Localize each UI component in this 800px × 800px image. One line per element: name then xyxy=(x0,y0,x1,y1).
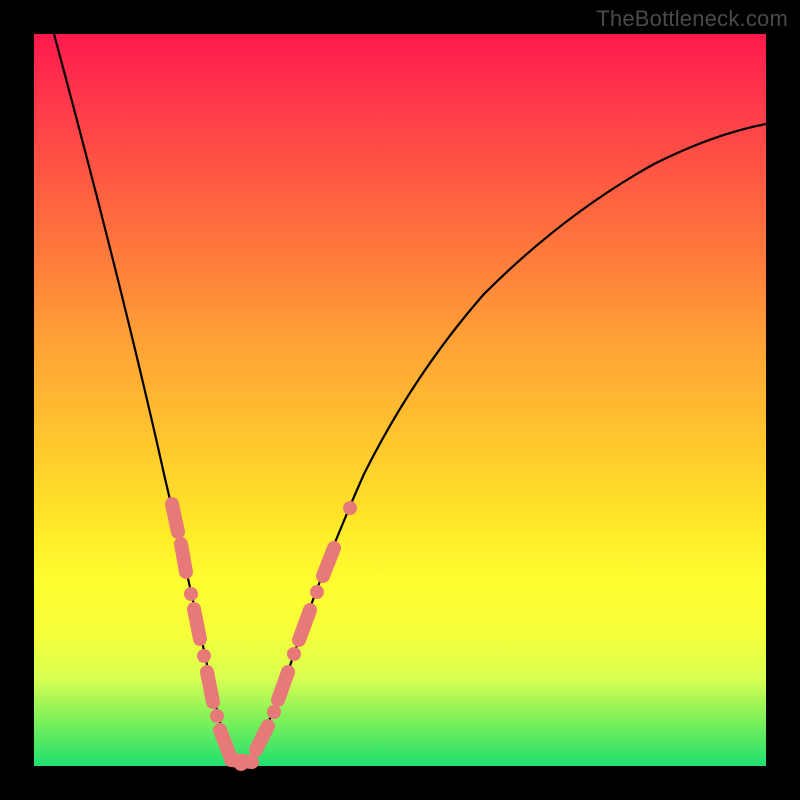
marker xyxy=(207,672,213,702)
marker xyxy=(210,709,224,723)
marker xyxy=(267,705,281,719)
marker-cluster-left xyxy=(172,504,230,756)
marker xyxy=(194,609,200,639)
marker xyxy=(197,649,211,663)
plot-area xyxy=(34,34,766,766)
marker xyxy=(287,647,301,661)
marker xyxy=(278,672,288,700)
marker xyxy=(172,504,178,532)
marker xyxy=(181,544,186,572)
marker-cluster-right xyxy=(256,501,357,750)
marker xyxy=(299,610,310,640)
marker xyxy=(184,587,198,601)
chart-frame: TheBottleneck.com xyxy=(0,0,800,800)
bottleneck-curve xyxy=(34,34,766,766)
marker xyxy=(343,501,357,515)
marker xyxy=(323,548,334,576)
watermark-text: TheBottleneck.com xyxy=(596,6,788,32)
marker xyxy=(234,757,248,771)
curve-right-branch xyxy=(241,124,766,764)
curve-left-branch xyxy=(54,34,241,764)
marker xyxy=(256,726,268,750)
marker xyxy=(220,730,230,756)
marker-cluster-bottom xyxy=(231,757,252,771)
marker xyxy=(310,585,324,599)
